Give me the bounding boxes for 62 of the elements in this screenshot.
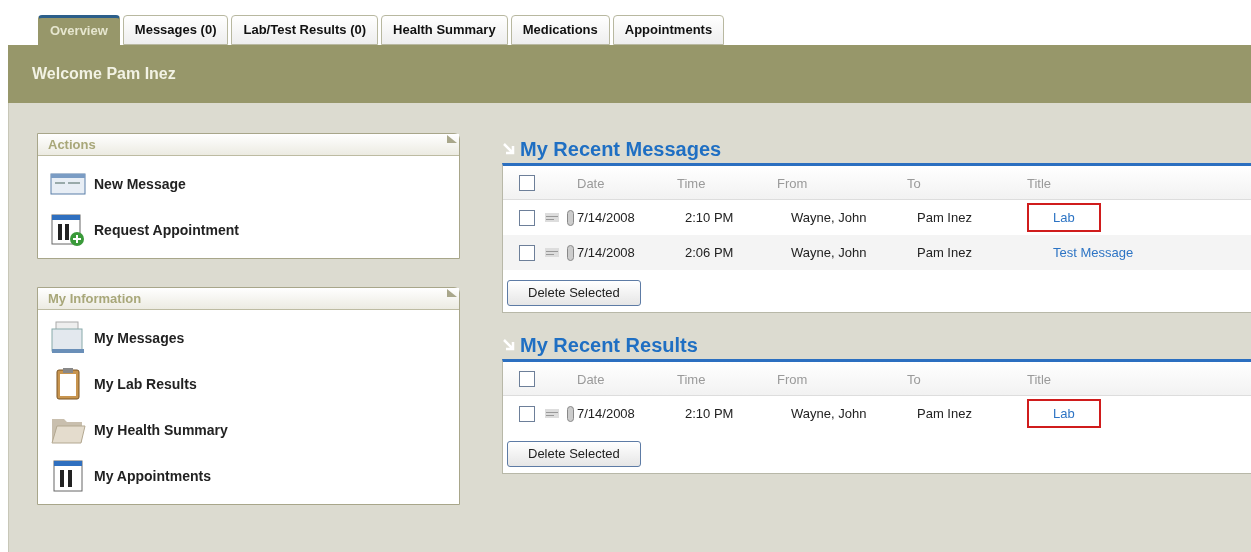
- column-header: From: [777, 371, 808, 387]
- panel-title: My Information: [48, 289, 142, 308]
- calendar-add-icon: [51, 214, 85, 246]
- table-cell: 2:10 PM: [685, 209, 734, 225]
- row-checkbox[interactable]: [519, 244, 535, 261]
- table-cell: 7/14/2008: [577, 209, 635, 225]
- clipboard-icon: [55, 367, 81, 401]
- tab[interactable]: Lab/Test Results (0): [231, 15, 379, 45]
- folder-icon: [50, 416, 86, 444]
- column-header: Time: [677, 175, 706, 191]
- row-checkbox[interactable]: [519, 209, 535, 226]
- table-cell: 2:10 PM: [685, 405, 734, 421]
- section-title: My Recent Messages: [520, 137, 722, 162]
- delete-selected-button[interactable]: Delete Selected: [507, 280, 641, 306]
- paperclip-icon: [567, 244, 574, 261]
- select-all-checkbox[interactable]: [519, 174, 535, 191]
- column-header: Title: [1027, 371, 1052, 387]
- table-cell: 7/14/2008: [577, 244, 635, 260]
- panel-link[interactable]: Request Appointment: [38, 207, 459, 253]
- message-icon: [545, 213, 559, 222]
- arrow-icon: [502, 142, 516, 156]
- table-cell: Pam Inez: [917, 244, 972, 260]
- column-header: To: [907, 175, 921, 191]
- column-header: To: [907, 371, 921, 387]
- paperclip-icon: [567, 209, 574, 226]
- tab[interactable]: Health Summary: [381, 15, 508, 45]
- panel-link[interactable]: My Health Summary: [38, 407, 459, 453]
- table-cell: 7/14/2008: [577, 405, 635, 421]
- welcome-text: Welcome Pam Inez: [32, 64, 176, 84]
- tab[interactable]: Medications: [510, 15, 610, 45]
- delete-selected-button[interactable]: Delete Selected: [507, 441, 641, 467]
- message-icon: [545, 248, 559, 257]
- table-cell: Pam Inez: [917, 405, 972, 421]
- title-link[interactable]: Test Message: [1027, 237, 1160, 268]
- column-header: Title: [1027, 175, 1052, 191]
- column-header: From: [777, 175, 808, 191]
- tab[interactable]: Appointments: [612, 15, 725, 45]
- select-all-checkbox[interactable]: [519, 370, 535, 387]
- envelope-icon: [50, 173, 86, 195]
- column-header: Date: [577, 175, 605, 191]
- title-link[interactable]: Lab: [1027, 202, 1101, 233]
- stacked-letters-icon: [50, 321, 86, 355]
- paperclip-icon: [567, 405, 574, 422]
- table-cell: 2:06 PM: [685, 244, 734, 260]
- panel-link[interactable]: New Message: [38, 161, 459, 207]
- tab[interactable]: Messages (0): [122, 15, 229, 45]
- row-checkbox[interactable]: [519, 405, 535, 422]
- panel-link[interactable]: My Lab Results: [38, 361, 459, 407]
- column-header: Time: [677, 371, 706, 387]
- calendar-icon: [53, 460, 83, 492]
- table-cell: Wayne, John: [791, 209, 867, 225]
- arrow-icon: [502, 338, 516, 352]
- panel-title: Actions: [48, 135, 96, 154]
- table-cell: Wayne, John: [791, 405, 867, 421]
- title-link[interactable]: Lab: [1027, 398, 1101, 429]
- table-cell: Pam Inez: [917, 209, 972, 225]
- message-icon: [545, 409, 559, 418]
- panel-link[interactable]: My Appointments: [38, 453, 459, 499]
- column-header: Date: [577, 371, 605, 387]
- table-cell: Wayne, John: [791, 244, 867, 260]
- section-title: My Recent Results: [520, 333, 698, 358]
- panel-link[interactable]: My Messages: [38, 315, 459, 361]
